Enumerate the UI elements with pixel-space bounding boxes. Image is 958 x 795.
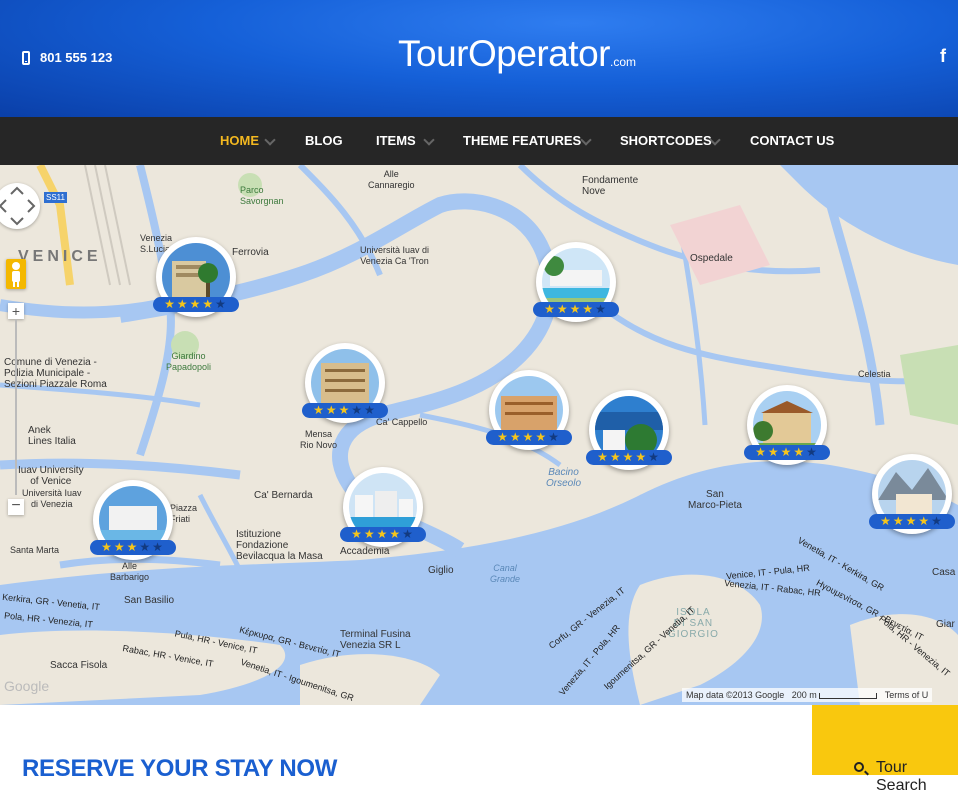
site-logo[interactable]: TourOperator.com: [398, 33, 636, 75]
map-label: Piazza Friati: [170, 503, 198, 524]
map-label: Parco Savorgnan: [240, 185, 284, 206]
hotel-rating: ★★★★★: [340, 527, 426, 542]
map-label: VENICE: [18, 248, 102, 265]
map-label: Giardino Papadopoli: [166, 351, 212, 372]
street-view-pegman-icon[interactable]: [6, 259, 26, 289]
hotel-rating: ★★★★★: [586, 450, 672, 465]
reserve-heading: RESERVE YOUR STAY NOW: [22, 755, 338, 782]
map-label: Comune di Venezia - Polizia Municipale -S…: [4, 357, 107, 390]
hotel-pin[interactable]: ★★★★★: [586, 390, 672, 480]
nav-items[interactable]: ITEMS: [376, 117, 416, 165]
main-navigation: HOME BLOG ITEMS THEME FEATURES SHORTCODE…: [0, 117, 958, 165]
nav-shortcodes[interactable]: SHORTCODES: [620, 117, 712, 165]
map-label: Giar: [936, 619, 955, 630]
map-label: Istituzione Fondazione Bevilacqua la Masa: [236, 529, 323, 562]
hotel-rating: ★★★★★: [90, 540, 176, 555]
zoom-out-button[interactable]: −: [8, 498, 24, 515]
hotel-rating: ★★★★★: [302, 403, 388, 418]
hotel-pin[interactable]: ★★★★★: [744, 385, 830, 475]
hotel-pin[interactable]: ★★★★★: [90, 480, 176, 570]
terms-link[interactable]: Terms of U: [885, 690, 929, 700]
map-label: Santa Marta: [10, 545, 60, 555]
map-label: Bacino Orseolo: [546, 467, 582, 489]
nav-blog[interactable]: BLOG: [305, 117, 343, 165]
pan-arrows-icon: [0, 186, 36, 226]
phone-contact[interactable]: 801 555 123: [22, 50, 112, 65]
chevron-down-icon[interactable]: [423, 134, 435, 146]
nav-contact-us[interactable]: CONTACT US: [750, 117, 834, 165]
search-icon[interactable]: [854, 762, 864, 772]
map-label: Ospedale: [690, 253, 733, 264]
road-shield: SS11: [44, 192, 67, 203]
scale-bar: [819, 692, 878, 699]
hotel-pin[interactable]: ★★★★★: [869, 454, 955, 544]
hotel-pin[interactable]: ★★★★★: [302, 343, 388, 433]
map-label: Alle Cannaregio: [368, 169, 415, 190]
map-attribution: Map data ©2013 Google 200 m Terms of U: [682, 688, 933, 702]
map-label: Fondamente Nove: [582, 175, 639, 197]
map-attribution-text: Map data ©2013 Google: [686, 690, 785, 700]
map-label: Terminal Fusina Venezia SR L: [340, 629, 411, 651]
chevron-down-icon[interactable]: [580, 134, 592, 146]
map-label: Canal Grande: [490, 563, 521, 584]
hotel-rating: ★★★★★: [869, 514, 955, 529]
nav-theme-features[interactable]: THEME FEATURES: [463, 117, 581, 165]
hotel-pin[interactable]: ★★★★★: [486, 370, 572, 460]
map-label: Sacca Fisola: [50, 660, 108, 671]
map-label: San Marco-Pieta: [688, 489, 742, 511]
map-label: Anek Lines Italia: [28, 425, 76, 447]
hotel-pin[interactable]: ★★★★★: [153, 237, 239, 327]
map-label: Casa: [932, 567, 956, 578]
map-label: Università Iuav di Venezia: [22, 488, 82, 509]
google-logo: Google: [4, 678, 50, 694]
phone-icon: [22, 50, 30, 65]
chevron-down-icon[interactable]: [264, 134, 276, 146]
site-header: 801 555 123 TourOperator.com f: [0, 0, 958, 117]
map-label: San Basilio: [124, 595, 175, 606]
phone-number: 801 555 123: [40, 50, 113, 65]
hotel-map[interactable]: Parco Savorgnan Alle Cannaregio Fondamente…: [0, 165, 958, 705]
map-label: Iuav University of Venice: [18, 465, 84, 487]
tour-search-label[interactable]: Tour Search: [876, 759, 958, 795]
logo-text: TourOperator: [398, 33, 611, 74]
map-pan-control[interactable]: [0, 183, 40, 229]
nav-home[interactable]: HOME: [220, 117, 259, 165]
hotel-rating: ★★★★★: [744, 445, 830, 460]
zoom-in-button[interactable]: +: [8, 303, 24, 319]
hotel-rating: ★★★★★: [153, 297, 239, 312]
map-label: Giglio: [428, 565, 454, 576]
hotel-rating: ★★★★★: [486, 430, 572, 445]
hotel-pin[interactable]: ★★★★★: [340, 467, 426, 557]
map-scale: 200 m: [791, 690, 817, 700]
zoom-slider-track[interactable]: [15, 319, 17, 495]
map-label: Università Iuav di Venezia Ca 'Tron: [360, 245, 430, 266]
logo-suffix: .com: [610, 55, 637, 69]
map-label: Ferrovia: [232, 247, 269, 258]
facebook-icon[interactable]: f: [940, 46, 946, 67]
map-label: Celestia: [858, 369, 891, 379]
map-label: Ca' Bernarda: [254, 490, 313, 501]
hotel-rating: ★★★★★: [533, 302, 619, 317]
hotel-pin[interactable]: ★★★★★: [533, 242, 619, 332]
